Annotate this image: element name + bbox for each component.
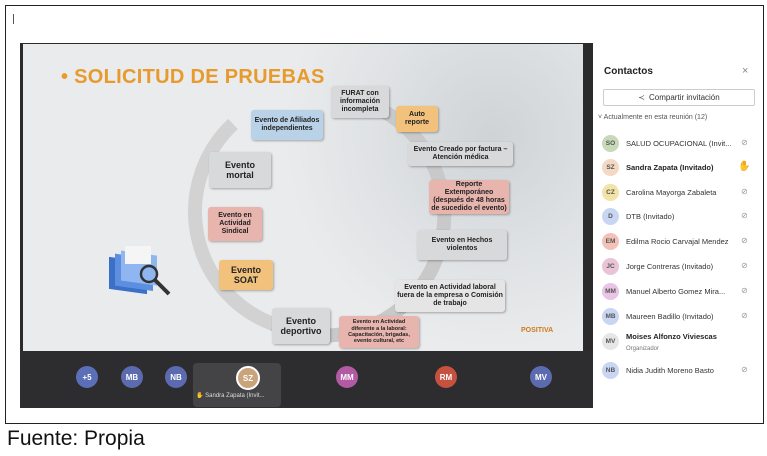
box-laboral: Evento en Actividad laboral fuera de la …: [395, 280, 505, 312]
participants-bar: [20, 351, 595, 408]
positiva-logo: POSITIVA: [521, 327, 554, 334]
participant-role: Organizador: [626, 346, 660, 352]
folders-icon: [109, 246, 171, 296]
box-diferente: Evento en Actividad diferente a la labor…: [339, 316, 419, 348]
participant-name: Nidia Judith Moreno Basto: [626, 366, 714, 375]
box-extemporaneo: Reporte Extemporáneo (después de 48 hora…: [429, 180, 509, 214]
share-icon: ≺: [638, 93, 645, 102]
participant-name: SALUD OCUPACIONAL (Invit...: [626, 139, 732, 148]
raised-hand-icon: ✋: [738, 161, 751, 172]
speaker-name-text: Sandra Zapata (Invit...: [205, 393, 265, 399]
participant-row[interactable]: EM Edilma Rocio Carvajal Mendez ⊘: [600, 231, 760, 253]
participant-row[interactable]: MV Moises Alfonzo Viviescas Organizador: [600, 331, 760, 353]
muted-mic-icon[interactable]: ⊘: [741, 286, 748, 295]
share-invitation-label: Compartir invitación: [649, 93, 720, 102]
muted-mic-icon[interactable]: ⊘: [741, 365, 748, 374]
avatar: JC: [602, 258, 619, 275]
box-mortal: Evento mortal: [209, 152, 271, 188]
box-sindical: Evento en Actividad Sindical: [208, 207, 262, 241]
participant-row[interactable]: NB Nidia Judith Moreno Basto ⊘: [600, 360, 760, 382]
participant-name: Jorge Contreras (Invitado): [626, 262, 714, 271]
participant-row[interactable]: MB Maureen Badillo (Invitado) ⊘: [600, 306, 760, 328]
participant-avatar-sz[interactable]: SZ: [236, 366, 260, 390]
muted-mic-icon[interactable]: ⊘: [741, 311, 748, 320]
participant-name: Manuel Alberto Gomez Mira...: [626, 287, 726, 296]
participant-row[interactable]: D DTB (Invitado) ⊘: [600, 206, 760, 228]
participant-avatar-mm[interactable]: MM: [336, 366, 358, 388]
muted-mic-icon[interactable]: ⊘: [741, 138, 748, 147]
section-label-text: Actualmente en esta reunión (12): [603, 114, 708, 121]
in-meeting-section-label[interactable]: ˅ Actualmente en esta reunión (12): [598, 114, 707, 121]
box-deportivo: Evento deportivo: [272, 308, 330, 344]
active-speaker-tile[interactable]: [193, 363, 281, 407]
avatar: CZ: [602, 184, 619, 201]
participant-name: Carolina Mayorga Zabaleta: [626, 188, 717, 197]
participant-avatar-rm[interactable]: RM: [435, 366, 457, 388]
avatar: NB: [602, 362, 619, 379]
avatar: SO: [602, 135, 619, 152]
participant-name: Maureen Badillo (Invitado): [626, 312, 714, 321]
close-icon[interactable]: ×: [742, 65, 748, 77]
box-violentos: Evento en Hechos violentos: [417, 230, 507, 260]
panel-title: Contactos: [604, 66, 653, 77]
participant-row[interactable]: CZ Carolina Mayorga Zabaleta ⊘: [600, 182, 760, 204]
participant-name: DTB (Invitado): [626, 212, 675, 221]
box-factura: Evento Creado por factura – Atención méd…: [408, 142, 513, 166]
avatar: MM: [602, 283, 619, 300]
participant-avatar-mv[interactable]: MV: [530, 366, 552, 388]
muted-mic-icon[interactable]: ⊘: [741, 187, 748, 196]
avatar: EM: [602, 233, 619, 250]
participant-name: Sandra Zapata (Invitado): [626, 163, 714, 172]
speaker-name-label: ✋ Sandra Zapata (Invit...: [196, 392, 265, 399]
participant-name: Moises Alfonzo Viviescas: [626, 332, 717, 341]
muted-mic-icon[interactable]: ⊘: [741, 236, 748, 245]
participant-row[interactable]: JC Jorge Contreras (Invitado) ⊘: [600, 256, 760, 278]
window-edge-mark: [13, 14, 14, 24]
more-participants-avatar[interactable]: +5: [76, 366, 98, 388]
box-afiliados: Evento de Afiliados independientes: [251, 110, 323, 140]
avatar: MB: [602, 308, 619, 325]
figure-caption: Fuente: Propia: [7, 427, 145, 450]
box-soat: Evento SOAT: [219, 260, 273, 290]
participant-avatar-mb[interactable]: MB: [121, 366, 143, 388]
muted-mic-icon[interactable]: ⊘: [741, 211, 748, 220]
box-furat: FURAT con información incompleta: [331, 86, 389, 118]
muted-mic-icon[interactable]: ⊘: [741, 261, 748, 270]
participant-row[interactable]: SO SALUD OCUPACIONAL (Invit... ⊘: [600, 133, 760, 155]
shared-slide: • SOLICITUD DE PRUEBAS FURAT con informa…: [23, 44, 583, 351]
avatar: D: [602, 208, 619, 225]
participant-name: Edilma Rocio Carvajal Mendez: [626, 237, 729, 246]
avatar: MV: [602, 333, 619, 350]
box-auto-reporte: Auto reporte: [396, 106, 438, 132]
participant-row[interactable]: MM Manuel Alberto Gomez Mira... ⊘: [600, 281, 760, 303]
avatar: SZ: [602, 159, 619, 176]
raised-hand-icon: ✋: [196, 393, 204, 399]
participant-avatar-nb[interactable]: NB: [165, 366, 187, 388]
share-invitation-button[interactable]: ≺ Compartir invitación: [603, 89, 755, 106]
participant-row[interactable]: SZ Sandra Zapata (Invitado) ✋: [600, 157, 760, 179]
